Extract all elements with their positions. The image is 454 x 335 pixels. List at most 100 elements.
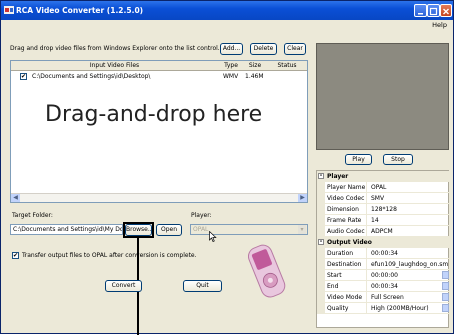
app-icon	[4, 6, 14, 14]
player-label: Player:	[191, 212, 212, 219]
spinner-icon[interactable]	[442, 282, 449, 290]
properties-grid[interactable]: - Player Player Name OPAL Video Codec SM…	[316, 170, 450, 328]
row-gutter	[317, 292, 325, 303]
file-list[interactable]: Input Video Files Type Size Status ✔ C:\…	[10, 60, 308, 203]
property-row[interactable]: Player Name OPAL	[317, 182, 450, 193]
collapse-icon[interactable]: -	[318, 239, 324, 245]
transfer-checkbox[interactable]: ✔	[12, 252, 19, 259]
file-path: C:\Documents and Settings\id\Desktop\	[32, 73, 151, 80]
row-gutter	[317, 259, 325, 270]
target-folder-input[interactable]: C:\Documents and Settings\id\My Do	[10, 224, 123, 235]
property-row[interactable]: Audio Codec ADPCM	[317, 226, 450, 237]
property-key: Video Mode	[325, 292, 367, 303]
row-gutter	[317, 182, 325, 193]
column-header-type[interactable]: Type	[219, 61, 243, 71]
play-button[interactable]: Play	[345, 154, 372, 165]
close-icon	[443, 8, 449, 15]
property-key: Audio Codec	[325, 226, 367, 237]
property-value: 00:00:34	[371, 250, 398, 257]
property-value[interactable]: efun109_laughdog_on.smv	[368, 259, 448, 270]
property-key: Dimension	[325, 204, 367, 215]
property-row[interactable]: Destination efun109_laughdog_on.smv	[317, 259, 450, 270]
maximize-button[interactable]	[427, 4, 440, 17]
property-key: Duration	[325, 248, 367, 259]
collapse-icon[interactable]: -	[318, 173, 324, 179]
property-value: 128*128	[371, 206, 397, 213]
delete-button[interactable]: Delete	[250, 43, 277, 55]
menu-bar: Help	[1, 20, 453, 30]
open-button[interactable]: Open	[156, 224, 182, 236]
property-value[interactable]: 00:00:00	[368, 270, 448, 281]
property-value[interactable]: Full Screen	[368, 292, 448, 303]
horizontal-scrollbar[interactable]: ◀ ▶	[11, 193, 307, 202]
property-key: Quality	[325, 303, 367, 314]
player-select[interactable]: OPAL ▾	[190, 224, 308, 235]
highlight-box	[123, 222, 154, 238]
clear-button[interactable]: Clear	[284, 43, 306, 55]
property-row[interactable]: Dimension 128*128	[317, 204, 450, 215]
video-preview	[316, 43, 449, 150]
title-bar[interactable]: RCA Video Converter (1.2.5.0)	[1, 1, 453, 20]
convert-button[interactable]: Convert	[105, 280, 142, 292]
close-button[interactable]	[440, 4, 452, 17]
spinner-icon[interactable]	[442, 271, 449, 279]
property-row[interactable]: Video Mode Full Screen	[317, 292, 450, 303]
quit-button[interactable]: Quit	[183, 280, 222, 292]
file-size: 1.46M	[245, 73, 264, 80]
file-row[interactable]: ✔ C:\Documents and Settings\id\Desktop\ …	[11, 72, 307, 82]
dropdown-icon[interactable]	[442, 293, 449, 301]
add-button[interactable]: Add...	[220, 43, 243, 55]
file-list-header: Input Video Files Type Size Status	[11, 61, 307, 71]
property-row[interactable]: Frame Rate 14	[317, 215, 450, 226]
scroll-left-icon[interactable]: ◀	[11, 194, 20, 202]
chevron-down-icon[interactable]: ▾	[298, 225, 306, 234]
property-value[interactable]: 00:00:34	[368, 281, 448, 292]
drag-drop-instruction: Drag and drop video files from Windows E…	[10, 45, 224, 52]
stop-button[interactable]: Stop	[383, 154, 413, 165]
row-gutter	[317, 193, 325, 204]
row-gutter	[317, 226, 325, 237]
property-row[interactable]: Video Codec SMV	[317, 193, 450, 204]
menu-help[interactable]: Help	[432, 21, 447, 29]
drag-drop-overlay-text: Drag-and-drop here	[45, 102, 263, 127]
target-folder-label: Target Folder:	[12, 212, 53, 219]
property-row[interactable]: Start 00:00:00	[317, 270, 450, 281]
minimize-button[interactable]	[414, 4, 427, 17]
row-gutter	[317, 204, 325, 215]
row-gutter	[317, 270, 325, 281]
property-key: End	[325, 281, 367, 292]
property-key: Player Name	[327, 182, 367, 193]
category-label: Output Video	[327, 239, 372, 246]
property-value: SMV	[371, 195, 385, 202]
property-value: OPAL	[371, 184, 387, 191]
category-player[interactable]: - Player	[317, 171, 450, 182]
window-title: RCA Video Converter (1.2.5.0)	[16, 6, 144, 15]
column-header-file[interactable]: Input Video Files	[11, 61, 218, 71]
property-row[interactable]: Duration 00:00:34	[317, 248, 450, 259]
main-window: RCA Video Converter (1.2.5.0) Help Drag …	[0, 0, 454, 335]
scroll-right-icon[interactable]: ▶	[298, 194, 307, 202]
transfer-label: Transfer output files to OPAL after conv…	[22, 252, 197, 259]
property-key: Video Codec	[325, 193, 367, 204]
row-gutter	[317, 248, 325, 259]
property-key: Frame Rate	[325, 215, 367, 226]
column-header-status[interactable]: Status	[267, 61, 307, 71]
property-key: Start	[325, 270, 367, 281]
mouse-cursor-icon	[209, 231, 217, 242]
player-select-value: OPAL	[193, 226, 209, 233]
dropdown-icon[interactable]	[442, 304, 449, 312]
file-row-checkbox[interactable]: ✔	[20, 73, 27, 80]
row-gutter	[317, 215, 325, 226]
file-type: WMV	[223, 73, 239, 80]
category-output-video[interactable]: - Output Video	[317, 237, 450, 248]
property-key: Destination	[325, 259, 367, 270]
row-gutter	[317, 281, 325, 292]
property-value: 14	[371, 217, 379, 224]
property-row[interactable]: End 00:00:34	[317, 281, 450, 292]
category-label: Player	[327, 173, 349, 180]
maximize-icon	[429, 7, 438, 16]
column-header-size[interactable]: Size	[243, 61, 267, 71]
property-value[interactable]: High (200MB/Hour)	[368, 303, 448, 314]
property-row[interactable]: Quality High (200MB/Hour)	[317, 303, 450, 314]
property-value: ADPCM	[371, 228, 393, 235]
